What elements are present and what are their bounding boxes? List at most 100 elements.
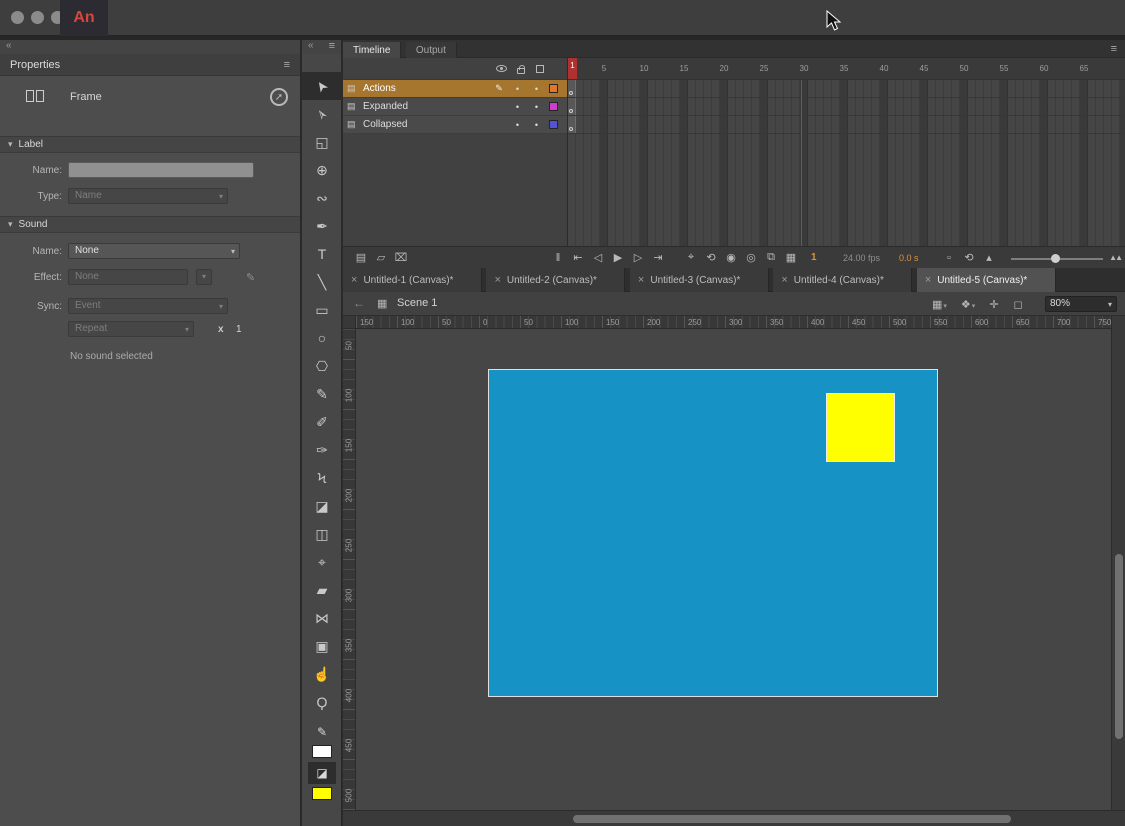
sound-name-dropdown[interactable]: None ▾	[68, 243, 240, 259]
frames-grid[interactable]	[568, 80, 1125, 246]
onion-skin-outlines-button[interactable]: ◎	[741, 249, 761, 266]
oval-tool[interactable]: ○	[302, 324, 342, 352]
pasteboard[interactable]	[356, 329, 1111, 810]
edit-multiple-frames-button[interactable]: ⧉	[761, 249, 781, 266]
pen-tool[interactable]: ✒	[302, 212, 342, 240]
playhead-marker[interactable]: 1	[568, 58, 577, 80]
frame-label-name-input[interactable]	[68, 162, 254, 178]
lock-layers-icon[interactable]	[517, 68, 525, 74]
close-tab-icon[interactable]: ×	[781, 274, 787, 286]
frame-size-slider[interactable]	[1011, 258, 1103, 260]
width-tool[interactable]: ⋈	[302, 604, 342, 632]
paint-brush-tool[interactable]: ✑	[302, 436, 342, 464]
collapse-panel-icon[interactable]: «	[308, 40, 314, 54]
new-layer-button[interactable]: ▤	[351, 249, 371, 266]
minimize-window-button[interactable]	[31, 11, 44, 24]
keyframe-cell[interactable]	[568, 80, 576, 97]
collapse-panel-icon[interactable]: «	[6, 40, 12, 51]
layer-lock-dot[interactable]: •	[527, 120, 546, 130]
repeat-count-value[interactable]: 1	[236, 324, 242, 335]
brush-tool[interactable]: ✐	[302, 408, 342, 436]
edit-scene-button[interactable]: ▦▾	[925, 295, 954, 313]
close-tab-icon[interactable]: ×	[638, 274, 644, 286]
pause-button[interactable]: ‖	[548, 249, 568, 266]
layer-outline-color-swatch[interactable]	[549, 120, 558, 129]
pencil-tool[interactable]: ✎	[302, 380, 342, 408]
frame-rate-value[interactable]: 24.00 fps	[843, 253, 880, 263]
bone-tool[interactable]: Ϟ	[302, 464, 342, 492]
step-back-button[interactable]: ◁	[588, 249, 608, 266]
layer-frames-row[interactable]	[568, 116, 1125, 134]
panel-menu-icon[interactable]: ≡	[284, 59, 290, 71]
reset-timeline-zoom-button[interactable]: ⟲	[959, 249, 979, 266]
3d-rotation-tool[interactable]: ⊕	[302, 156, 342, 184]
stage[interactable]	[488, 369, 938, 697]
layer-frames-row[interactable]	[568, 98, 1125, 116]
document-tab[interactable]: × Untitled-4 (Canvas)*	[773, 268, 912, 292]
close-tab-icon[interactable]: ×	[351, 274, 357, 286]
sound-section-header[interactable]: ▾Sound	[0, 216, 300, 233]
eraser-tool[interactable]: ▰	[302, 576, 342, 604]
slider-thumb[interactable]	[1051, 254, 1060, 263]
new-folder-button[interactable]: ▱	[371, 249, 391, 266]
outline-layers-icon[interactable]	[536, 65, 544, 73]
keyframe-cell[interactable]	[568, 116, 576, 133]
go-to-first-frame-button[interactable]: ⇤	[568, 249, 588, 266]
onion-skin-button[interactable]: ◉	[721, 249, 741, 266]
text-tool[interactable]: T	[302, 240, 342, 268]
timeline-layer-row[interactable]: ▤ Expanded • •	[343, 98, 567, 116]
selection-tool[interactable]: ➤	[302, 72, 342, 100]
fit-to-window-button[interactable]: ◻	[1007, 295, 1031, 313]
layer-outline-color-swatch[interactable]	[549, 102, 558, 111]
layer-visibility-dot[interactable]: •	[508, 120, 527, 130]
zoom-tool[interactable]: Ϙ	[302, 688, 342, 716]
document-tab[interactable]: × Untitled-3 (Canvas)*	[630, 268, 769, 292]
lasso-tool[interactable]: ∾	[302, 184, 342, 212]
document-tab[interactable]: × Untitled-5 (Canvas)*	[917, 268, 1056, 292]
paint-bucket-tool[interactable]: ◪	[302, 492, 342, 520]
loop-button[interactable]: ⟲	[701, 249, 721, 266]
free-transform-tool[interactable]: ◱	[302, 128, 342, 156]
layer-lock-dot[interactable]: •	[527, 84, 546, 94]
modify-markers-button[interactable]: ▦	[781, 249, 801, 266]
hand-tool[interactable]: ☝	[302, 660, 342, 688]
delete-layer-button[interactable]: ⌧	[391, 249, 411, 266]
play-button[interactable]: ▶	[608, 249, 628, 266]
label-section-header[interactable]: ▾Label	[0, 136, 300, 153]
edit-symbols-button[interactable]: ❖▾	[954, 295, 982, 313]
stage-zoom-dropdown[interactable]: 80% ▾	[1045, 296, 1117, 312]
close-window-button[interactable]	[11, 11, 24, 24]
layer-visibility-dot[interactable]: •	[508, 84, 527, 94]
horizontal-scrollbar-thumb[interactable]	[573, 815, 1011, 823]
sound-effect-dropdown[interactable]: None	[68, 269, 188, 285]
stage-object[interactable]	[826, 393, 895, 462]
keyframe-cell[interactable]	[568, 98, 576, 115]
current-frame-value[interactable]: 1	[811, 252, 817, 263]
layer-lock-dot[interactable]: •	[527, 102, 546, 112]
go-to-last-frame-button[interactable]: ⇥	[648, 249, 668, 266]
show-hide-layers-icon[interactable]	[496, 65, 507, 72]
polystar-tool[interactable]: ⎔	[302, 352, 342, 380]
frame-ruler[interactable]: 1 5 10 15 20 25 30	[568, 58, 1125, 80]
center-stage-button[interactable]: ✛	[982, 295, 1006, 313]
panel-menu-icon[interactable]: ≡	[329, 40, 335, 54]
close-tab-icon[interactable]: ×	[494, 274, 500, 286]
eyedropper-tool[interactable]: ⌖	[302, 548, 342, 576]
fill-color-swatch[interactable]	[312, 787, 332, 800]
vertical-scrollbar[interactable]	[1111, 316, 1125, 810]
line-tool[interactable]: ╲	[302, 268, 342, 296]
stroke-color-swatch[interactable]	[312, 745, 332, 758]
layer-outline-color-swatch[interactable]	[549, 84, 558, 93]
quick-share-button[interactable]: ➚	[270, 88, 288, 106]
ink-bottle-tool[interactable]: ◫	[302, 520, 342, 548]
back-button[interactable]: ←	[353, 296, 365, 310]
close-tab-icon[interactable]: ×	[925, 274, 931, 286]
camera-tool[interactable]: ▣	[302, 632, 342, 660]
edit-sound-envelope-button[interactable]: ✎	[246, 271, 255, 284]
collapse-timeline-button[interactable]: ▴	[979, 249, 999, 266]
timeline-layer-row[interactable]: ▤ Collapsed • •	[343, 116, 567, 134]
layer-visibility-dot[interactable]: •	[508, 102, 527, 112]
step-forward-button[interactable]: ▷	[628, 249, 648, 266]
timeline-layer-row[interactable]: ▤ Actions ✎ • •	[343, 80, 567, 98]
snap-button[interactable]: ▫	[939, 249, 959, 266]
